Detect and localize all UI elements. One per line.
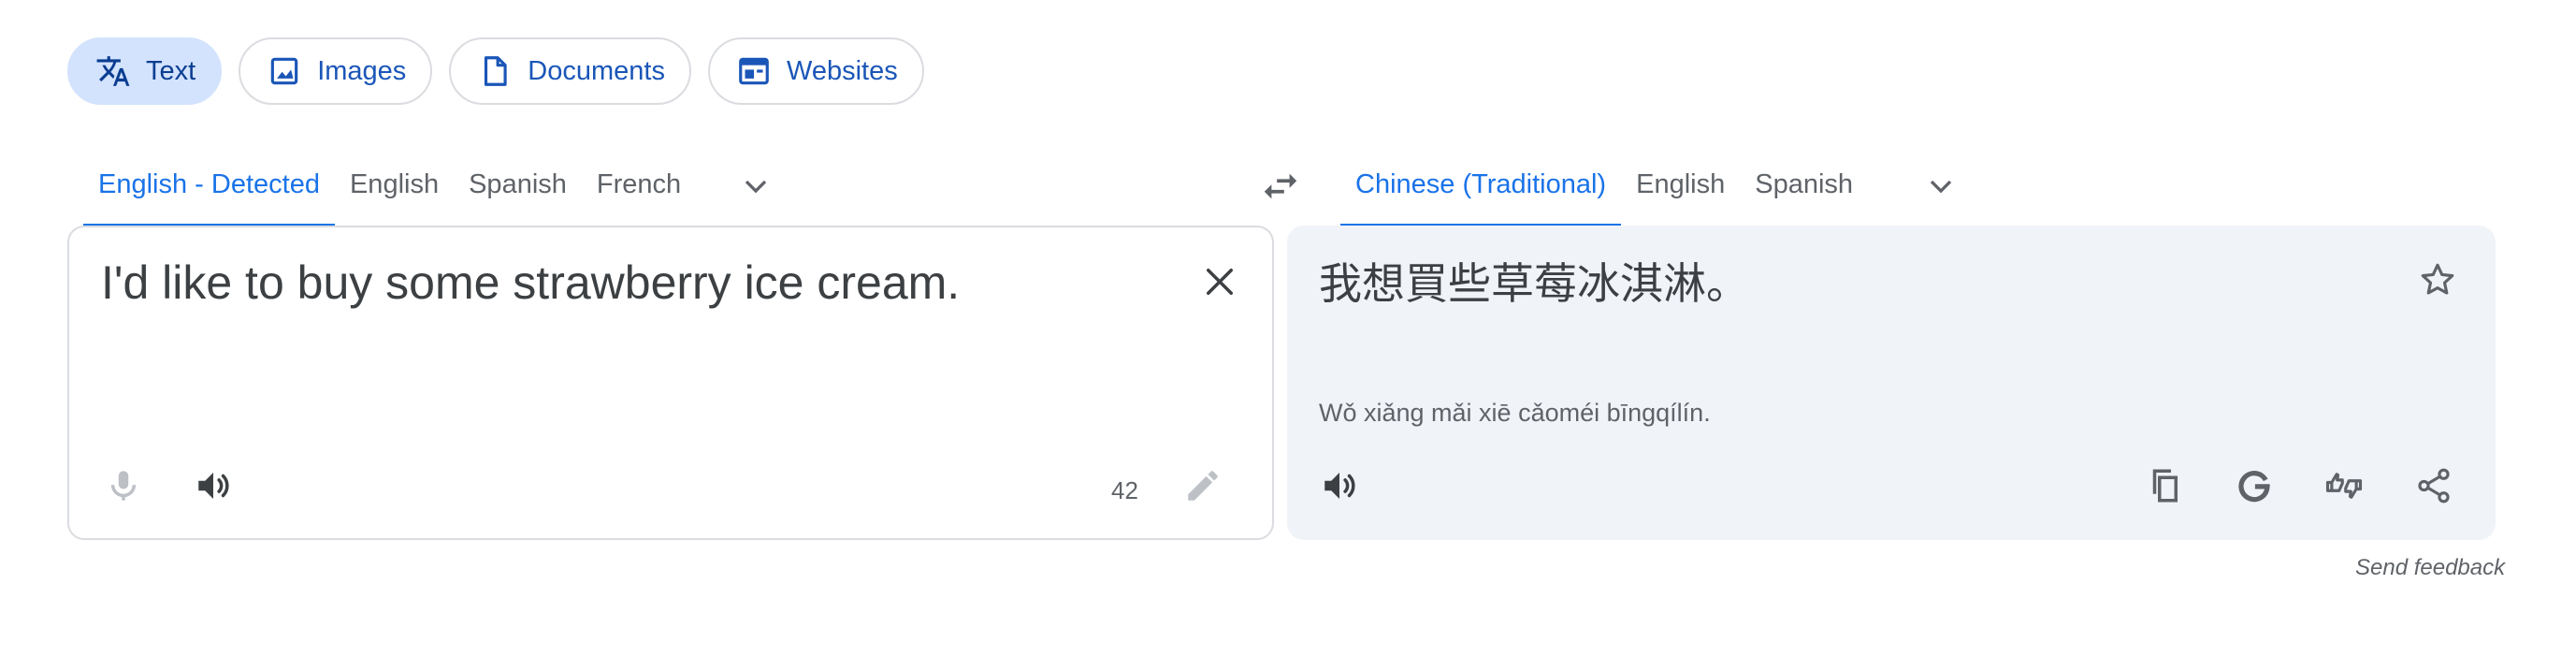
listen-source-button[interactable] [183, 456, 243, 516]
images-mode-button[interactable]: Images [239, 37, 433, 105]
rate-translation-button[interactable] [2314, 456, 2374, 516]
share-icon [2414, 466, 2453, 505]
thumbs-up-down-icon [2324, 466, 2364, 505]
send-feedback-link[interactable]: Send feedback [2355, 555, 2505, 581]
source-text-panel: I'd like to buy some strawberry ice crea… [67, 226, 1274, 540]
image-icon [267, 53, 302, 89]
clear-text-button[interactable] [1190, 252, 1250, 312]
character-count: 42 [1111, 476, 1138, 504]
images-mode-label: Images [317, 55, 407, 86]
document-icon [477, 53, 513, 89]
google-g-icon [2235, 466, 2274, 505]
target-more-languages-button[interactable] [1913, 145, 1969, 227]
documents-mode-label: Documents [528, 55, 665, 86]
target-lang-spanish[interactable]: Spanish [1740, 145, 1868, 227]
close-icon [1200, 262, 1239, 301]
source-lang-detected[interactable]: English - Detected [83, 145, 335, 227]
websites-mode-button[interactable]: Websites [707, 37, 924, 105]
edit-button[interactable] [1173, 456, 1233, 516]
save-translation-button[interactable] [2408, 250, 2467, 310]
microphone-icon [104, 466, 143, 505]
google-search-button[interactable] [2224, 456, 2284, 516]
target-lang-english[interactable]: English [1621, 145, 1740, 227]
transliteration-text: Wǒ xiǎng mǎi xiē cǎoméi bīngqílín. [1319, 399, 1711, 427]
copy-translation-button[interactable] [2135, 456, 2194, 516]
source-text-input[interactable]: I'd like to buy some strawberry ice crea… [101, 256, 960, 310]
chevron-down-icon [1922, 168, 1960, 205]
star-icon [2418, 260, 2457, 299]
source-more-languages-button[interactable] [728, 145, 784, 227]
translation-output-panel: 我想買些草莓冰淇淋。 Wǒ xiǎng mǎi xiē cǎoméi bīngq… [1287, 226, 2496, 540]
swap-languages-button[interactable] [1252, 157, 1310, 215]
text-mode-button[interactable]: Text [67, 37, 223, 105]
websites-mode-label: Websites [786, 55, 898, 86]
source-lang-french[interactable]: French [582, 145, 696, 227]
website-icon [736, 53, 772, 89]
voice-input-button[interactable] [94, 456, 153, 516]
swap-icon [1259, 165, 1302, 208]
listen-translation-button[interactable] [1310, 456, 1369, 516]
speaker-icon [1320, 466, 1359, 505]
copy-icon [2145, 466, 2184, 505]
source-lang-english[interactable]: English [335, 145, 454, 227]
translation-text: 我想買些草莓冰淇淋。 [1319, 258, 1749, 309]
pencil-icon [1183, 466, 1223, 505]
mode-selector: Text Images Documents Websites [67, 37, 924, 105]
target-language-bar: Chinese (Traditional) English Spanish [1340, 145, 1969, 227]
chevron-down-icon [737, 168, 774, 205]
speaker-icon [194, 466, 233, 505]
share-translation-button[interactable] [2404, 456, 2464, 516]
source-language-bar: English - Detected English Spanish Frenc… [83, 145, 784, 227]
source-lang-spanish[interactable]: Spanish [454, 145, 582, 227]
documents-mode-button[interactable]: Documents [449, 37, 691, 105]
text-mode-label: Text [146, 55, 196, 86]
translate-icon [95, 53, 131, 89]
target-lang-chinese-traditional[interactable]: Chinese (Traditional) [1340, 145, 1622, 227]
